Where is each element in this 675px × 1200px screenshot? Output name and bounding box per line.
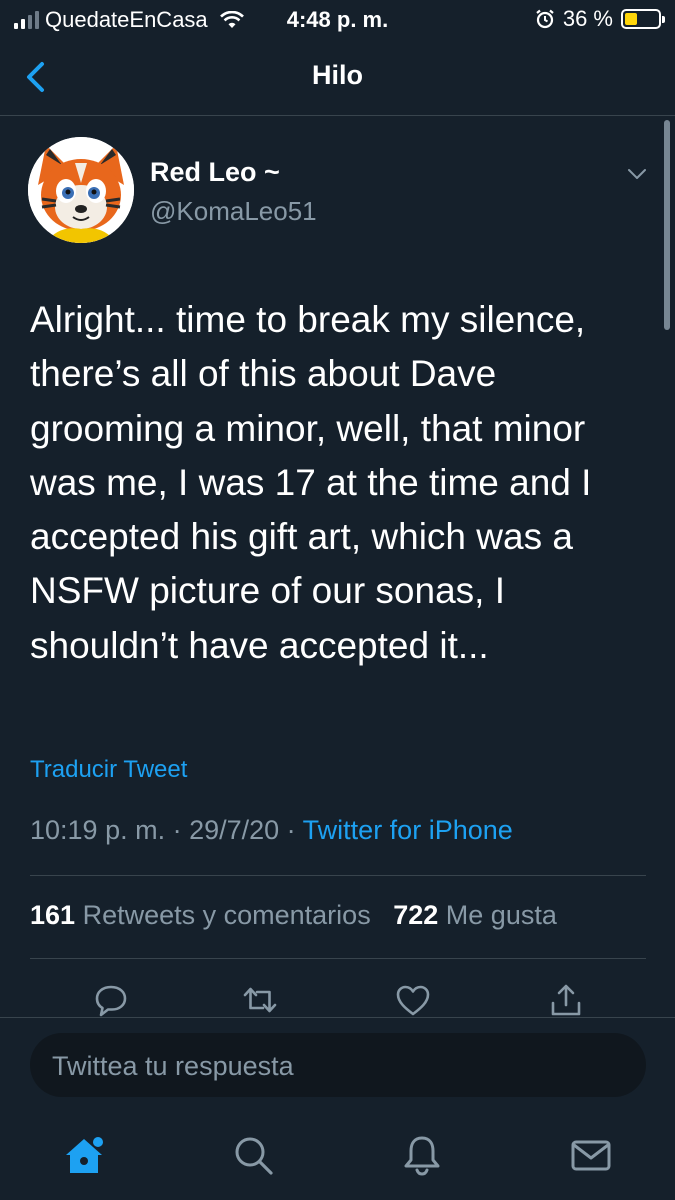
tweet-text: Alright... time to break my silence, the… [30, 299, 592, 666]
tweet-stats: 161 Retweets y comentarios 722 Me gusta [30, 900, 557, 931]
divider [30, 958, 646, 959]
reply-area: Twittea tu respuesta [0, 1017, 675, 1111]
alarm-icon [536, 9, 554, 29]
home-icon[interactable] [62, 1133, 106, 1177]
battery-fill [625, 13, 637, 25]
retweets-label: Retweets y comentarios [82, 900, 371, 930]
status-bar: QuedateEnCasa 4:48 p. m. 36 % [0, 0, 675, 38]
retweets-count: 161 [30, 900, 76, 930]
battery-percent: 36 % [562, 6, 613, 31]
author-handle[interactable]: @KomaLeo51 [150, 196, 317, 227]
share-icon[interactable] [548, 982, 584, 1018]
like-icon[interactable] [395, 982, 431, 1018]
retweet-icon[interactable] [242, 982, 278, 1018]
author-name[interactable]: Red Leo ~ [150, 157, 280, 188]
retweets-stat[interactable]: 161 Retweets y comentarios [30, 900, 371, 930]
tweet-meta: 10:19 p. m. · 29/7/20 · Twitter for iPho… [30, 815, 513, 846]
notifications-icon[interactable] [400, 1133, 444, 1177]
translate-tweet-link[interactable]: Traducir Tweet [30, 756, 187, 784]
likes-stat[interactable]: 722 Me gusta [393, 900, 557, 930]
tab-bar [0, 1111, 675, 1200]
search-icon[interactable] [231, 1133, 275, 1177]
messages-icon[interactable] [569, 1133, 613, 1177]
status-right: 36 % [535, 6, 665, 32]
nav-bar: Hilo [0, 38, 675, 116]
reply-icon[interactable] [93, 982, 129, 1018]
reply-input[interactable]: Twittea tu respuesta [30, 1033, 646, 1097]
scrollbar[interactable] [664, 120, 670, 330]
page-title: Hilo [312, 60, 363, 90]
reply-placeholder: Twittea tu respuesta [52, 1051, 294, 1081]
battery-icon [621, 9, 665, 29]
tweet-source-link[interactable]: Twitter for iPhone [303, 815, 513, 845]
avatar[interactable] [28, 137, 134, 243]
tweet-timestamp: 10:19 p. m. · 29/7/20 · [30, 815, 303, 845]
chevron-down-icon[interactable] [626, 163, 648, 185]
divider [30, 875, 646, 876]
avatar-image [28, 137, 134, 243]
likes-count: 722 [393, 900, 439, 930]
likes-label: Me gusta [445, 900, 557, 930]
